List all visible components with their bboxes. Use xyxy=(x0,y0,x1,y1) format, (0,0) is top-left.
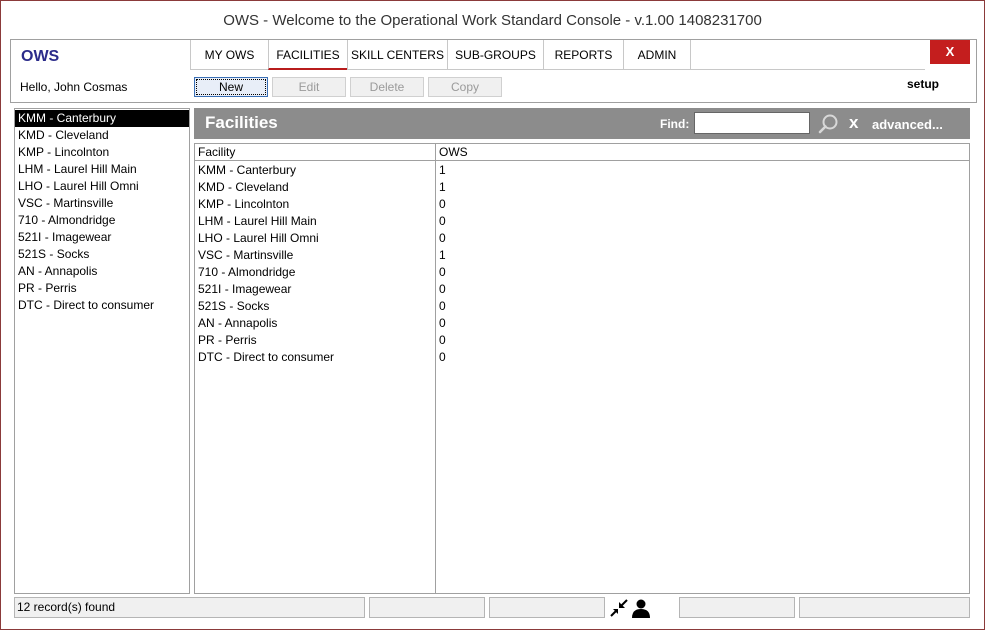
table-row[interactable]: KMD - Cleveland 1 xyxy=(195,179,969,196)
cell-facility: 710 - Almondridge xyxy=(198,265,296,279)
collapse-arrows-icon[interactable] xyxy=(609,598,629,621)
app-window: OWS - Welcome to the Operational Work St… xyxy=(0,0,985,630)
list-item[interactable]: 521S - Socks xyxy=(15,246,189,263)
status-panel xyxy=(799,597,970,618)
tab-my-ows[interactable]: MY OWS xyxy=(190,40,268,70)
cell-ows: 1 xyxy=(439,180,446,194)
close-button[interactable]: X xyxy=(930,40,970,64)
cell-ows: 0 xyxy=(439,197,446,211)
status-panel xyxy=(489,597,605,618)
status-panel xyxy=(679,597,795,618)
table-row[interactable]: 710 - Almondridge 0 xyxy=(195,264,969,281)
column-header-ows[interactable]: OWS xyxy=(439,145,468,159)
search-icon[interactable] xyxy=(818,113,840,135)
cell-ows: 0 xyxy=(439,214,446,228)
setup-link[interactable]: setup xyxy=(907,77,939,91)
cell-ows: 0 xyxy=(439,282,446,296)
list-item[interactable]: KMM - Canterbury xyxy=(15,110,189,127)
cell-ows: 0 xyxy=(439,333,446,347)
cell-facility: LHO - Laurel Hill Omni xyxy=(198,231,319,245)
list-item[interactable]: 521I - Imagewear xyxy=(15,229,189,246)
page-title: Facilities xyxy=(205,113,278,132)
tab-facilities[interactable]: FACILITIES xyxy=(268,40,347,70)
tab-admin[interactable]: ADMIN xyxy=(623,40,691,70)
new-button[interactable]: New xyxy=(194,77,268,97)
main-tabs: MY OWS FACILITIES SKILL CENTERS SUB-GROU… xyxy=(190,40,925,70)
tab-sub-groups[interactable]: SUB-GROUPS xyxy=(447,40,543,70)
window-title: OWS - Welcome to the Operational Work St… xyxy=(223,12,762,29)
cell-facility: KMD - Cleveland xyxy=(198,180,289,194)
cell-ows: 0 xyxy=(439,265,446,279)
app-header: OWS MY OWS FACILITIES SKILL CENTERS SUB-… xyxy=(10,39,977,103)
table-row[interactable]: VSC - Martinsville 1 xyxy=(195,247,969,264)
find-label: Find: xyxy=(660,117,690,131)
copy-button[interactable]: Copy xyxy=(428,77,502,97)
list-item[interactable]: VSC - Martinsville xyxy=(15,195,189,212)
facilities-panel: Facilities Find: x advanced... Facility … xyxy=(194,108,970,594)
record-count: 12 record(s) found xyxy=(14,597,365,618)
cell-ows: 0 xyxy=(439,299,446,313)
table-row[interactable]: AN - Annapolis 0 xyxy=(195,315,969,332)
cell-facility: KMP - Lincolnton xyxy=(198,197,290,211)
list-item[interactable]: LHM - Laurel Hill Main xyxy=(15,161,189,178)
cell-ows: 0 xyxy=(439,350,446,364)
cell-facility: KMM - Canterbury xyxy=(198,163,297,177)
table-row[interactable]: KMP - Lincolnton 0 xyxy=(195,196,969,213)
delete-button[interactable]: Delete xyxy=(350,77,424,97)
list-item[interactable]: KMD - Cleveland xyxy=(15,127,189,144)
list-item[interactable]: AN - Annapolis xyxy=(15,263,189,280)
status-bar: 12 record(s) found xyxy=(14,597,970,618)
facilities-table: Facility OWS KMM - Canterbury 1 KMD - Clev… xyxy=(194,143,970,594)
cell-facility: VSC - Martinsville xyxy=(198,248,294,262)
table-header: Facility OWS xyxy=(195,144,969,161)
list-item[interactable]: PR - Perris xyxy=(15,280,189,297)
list-item[interactable]: KMP - Lincolnton xyxy=(15,144,189,161)
cell-facility: PR - Perris xyxy=(198,333,257,347)
cell-ows: 1 xyxy=(439,248,446,262)
user-greeting: Hello, John Cosmas xyxy=(20,80,128,94)
record-toolbar: New Edit Delete Copy xyxy=(194,77,502,97)
cell-facility: LHM - Laurel Hill Main xyxy=(198,214,317,228)
list-item[interactable]: 710 - Almondridge xyxy=(15,212,189,229)
status-panel xyxy=(369,597,485,618)
search-input[interactable] xyxy=(694,112,810,134)
cell-ows: 1 xyxy=(439,163,446,177)
edit-button[interactable]: Edit xyxy=(272,77,346,97)
cell-facility: 521I - Imagewear xyxy=(198,282,292,296)
cell-facility: AN - Annapolis xyxy=(198,316,278,330)
user-icon[interactable] xyxy=(631,598,651,621)
status-icons xyxy=(609,597,655,618)
table-row[interactable]: LHM - Laurel Hill Main 0 xyxy=(195,213,969,230)
cell-facility: DTC - Direct to consumer xyxy=(198,350,335,364)
facility-list: KMM - Canterbury KMD - Cleveland KMP - L… xyxy=(14,108,190,594)
app-logo-text: OWS xyxy=(21,48,60,65)
clear-search-button[interactable]: x xyxy=(849,113,858,133)
tab-reports[interactable]: REPORTS xyxy=(543,40,623,70)
cell-ows: 0 xyxy=(439,231,446,245)
list-item[interactable]: LHO - Laurel Hill Omni xyxy=(15,178,189,195)
cell-ows: 0 xyxy=(439,316,446,330)
table-row[interactable]: LHO - Laurel Hill Omni 0 xyxy=(195,230,969,247)
advanced-search-link[interactable]: advanced... xyxy=(872,117,943,132)
table-row[interactable]: KMM - Canterbury 1 xyxy=(195,162,969,179)
tab-skill-centers[interactable]: SKILL CENTERS xyxy=(347,40,447,70)
table-row[interactable]: PR - Perris 0 xyxy=(195,332,969,349)
table-row[interactable]: 521I - Imagewear 0 xyxy=(195,281,969,298)
table-row[interactable]: DTC - Direct to consumer 0 xyxy=(195,349,969,366)
column-header-facility[interactable]: Facility xyxy=(198,145,235,159)
cell-facility: 521S - Socks xyxy=(198,299,270,313)
panel-header: Facilities Find: x advanced... xyxy=(194,108,970,139)
list-item[interactable]: DTC - Direct to consumer xyxy=(15,297,189,314)
table-row[interactable]: 521S - Socks 0 xyxy=(195,298,969,315)
